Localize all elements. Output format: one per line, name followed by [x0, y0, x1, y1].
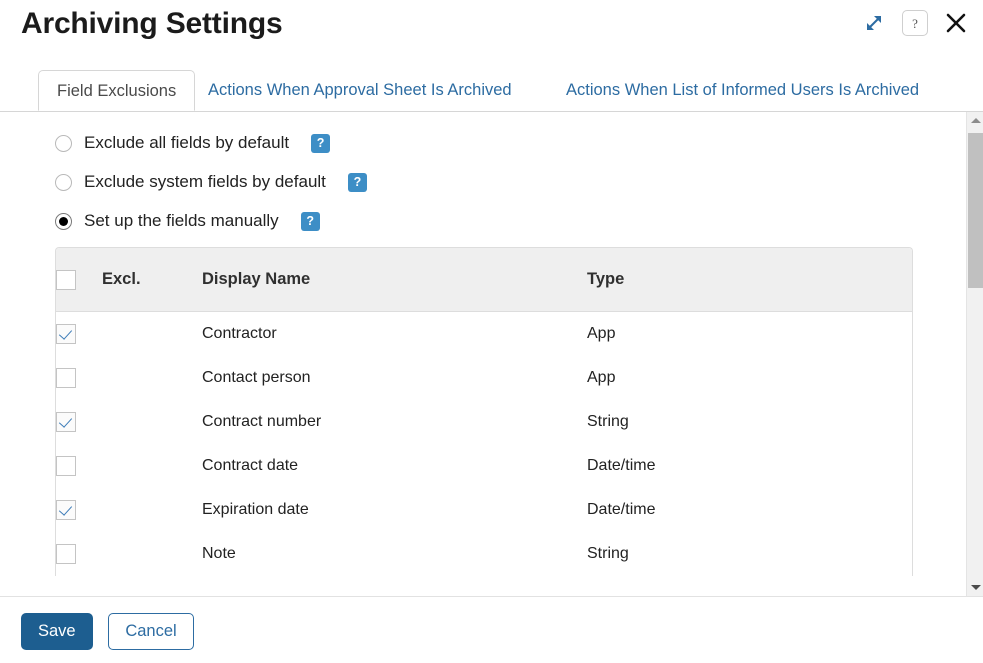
help-button[interactable]: ? [902, 10, 928, 36]
row-excl-cell [102, 311, 202, 356]
option-exclude-system-fields[interactable]: Exclude system fields by default ? [55, 169, 367, 195]
row-exclude-checkbox[interactable] [56, 544, 76, 564]
scroll-down-button[interactable] [967, 579, 983, 596]
row-checkbox-cell [56, 400, 102, 444]
dialog-footer: Save Cancel [0, 596, 983, 663]
archiving-settings-dialog: Archiving Settings ? Field Exclusions Ac… [0, 0, 983, 663]
row-checkbox-cell [56, 488, 102, 532]
row-display-name: Contact person [202, 356, 587, 400]
table-row[interactable]: Contract number String [56, 400, 912, 444]
radio-exclude-system-fields[interactable] [55, 173, 72, 191]
row-checkbox-cell [56, 311, 102, 356]
row-exclude-checkbox[interactable] [56, 368, 76, 388]
column-header-excl: Excl. [102, 248, 202, 312]
row-exclude-checkbox[interactable] [56, 456, 76, 476]
table-header-row: Excl. Display Name Type [56, 248, 912, 312]
vertical-scrollbar[interactable] [966, 112, 983, 596]
option-label: Exclude system fields by default [84, 172, 326, 191]
row-exclude-checkbox[interactable] [56, 500, 76, 520]
row-type: App [587, 311, 912, 356]
row-type: String [587, 532, 912, 576]
option-set-up-fields-manually[interactable]: Set up the fields manually ? [55, 208, 320, 234]
help-badge-icon[interactable]: ? [347, 172, 367, 192]
row-checkbox-cell [56, 356, 102, 400]
row-exclude-checkbox[interactable] [56, 324, 76, 344]
option-exclude-all-fields[interactable]: Exclude all fields by default ? [55, 130, 331, 156]
tab-field-exclusions[interactable]: Field Exclusions [38, 70, 196, 111]
row-excl-cell [102, 444, 202, 488]
radio-exclude-all-fields[interactable] [55, 134, 72, 152]
row-display-name: Contractor [202, 311, 587, 356]
expand-icon [863, 12, 885, 34]
radio-set-up-fields-manually[interactable] [55, 212, 72, 230]
page-title: Archiving Settings [21, 7, 283, 40]
help-badge-icon[interactable]: ? [311, 133, 331, 153]
dialog-header: Archiving Settings ? [0, 0, 983, 60]
table-row[interactable]: Note String [56, 532, 912, 576]
select-all-checkbox[interactable] [56, 269, 76, 290]
row-checkbox-cell [56, 444, 102, 488]
row-type: Date/time [587, 488, 912, 532]
row-checkbox-cell [56, 532, 102, 576]
row-type: Date/time [587, 444, 912, 488]
row-display-name: Contract number [202, 400, 587, 444]
table-row[interactable]: Contractor App [56, 311, 912, 356]
row-excl-cell [102, 488, 202, 532]
scrollbar-thumb[interactable] [968, 133, 983, 288]
row-display-name: Note [202, 532, 587, 576]
fields-table-container: Excl. Display Name Type Contractor App C… [55, 247, 913, 576]
tab-actions-approval-sheet-archived[interactable]: Actions When Approval Sheet Is Archived [190, 70, 530, 111]
chevron-up-icon [970, 118, 981, 123]
table-row[interactable]: Expiration date Date/time [56, 488, 912, 532]
help-badge-icon[interactable]: ? [300, 211, 320, 231]
row-excl-cell [102, 400, 202, 444]
option-label: Set up the fields manually [84, 211, 279, 230]
tab-actions-list-informed-users-archived[interactable]: Actions When List of Informed Users Is A… [548, 70, 937, 111]
option-label: Exclude all fields by default [84, 133, 290, 152]
column-header-type: Type [587, 248, 912, 312]
dialog-body: Exclude all fields by default ? Exclude … [0, 112, 983, 596]
header-actions: ? [859, 8, 971, 38]
expand-button[interactable] [859, 8, 889, 38]
chevron-down-icon [970, 585, 981, 590]
fields-table-body: Contractor App Contact person App Contra… [56, 311, 912, 576]
close-button[interactable] [941, 8, 971, 38]
row-type: App [587, 356, 912, 400]
row-excl-cell [102, 532, 202, 576]
content-pane: Exclude all fields by default ? Exclude … [0, 112, 948, 596]
table-row[interactable]: Contact person App [56, 356, 912, 400]
scroll-up-button[interactable] [967, 112, 983, 129]
fields-table-head: Excl. Display Name Type [56, 248, 912, 312]
column-header-select-all [56, 248, 102, 312]
close-icon [943, 10, 969, 36]
cancel-button[interactable]: Cancel [108, 613, 194, 650]
tab-bar: Field Exclusions Actions When Approval S… [0, 70, 983, 112]
row-display-name: Contract date [202, 444, 587, 488]
row-exclude-checkbox[interactable] [56, 412, 76, 432]
column-header-display-name: Display Name [202, 248, 587, 312]
table-row[interactable]: Contract date Date/time [56, 444, 912, 488]
row-type: String [587, 400, 912, 444]
question-mark-icon: ? [912, 15, 918, 31]
save-button[interactable]: Save [21, 613, 93, 650]
row-display-name: Expiration date [202, 488, 587, 532]
fields-table: Excl. Display Name Type Contractor App C… [56, 248, 912, 576]
row-excl-cell [102, 356, 202, 400]
